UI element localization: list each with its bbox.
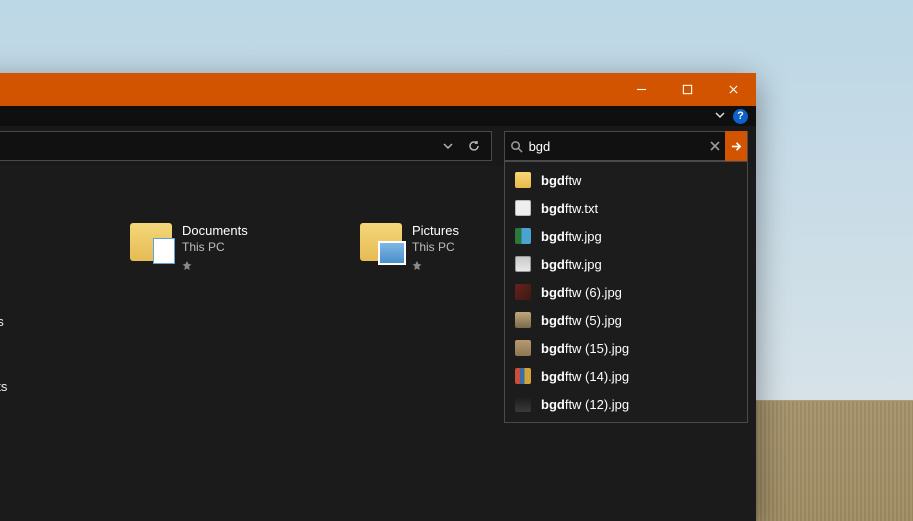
suggestion-text: bgdftw (14).jpg <box>541 369 629 384</box>
search-suggestion[interactable]: bgdftw (6).jpg <box>505 278 747 306</box>
search-suggestion[interactable]: bgdftw <box>505 166 747 194</box>
image-file-icon <box>515 228 531 244</box>
nav-item-fragment[interactable]: ds <box>0 314 4 329</box>
search-suggestion[interactable]: bgdftw.jpg <box>505 222 747 250</box>
search-icon <box>505 140 529 153</box>
ribbon-expand-icon[interactable] <box>713 108 727 125</box>
nav-item-fragment[interactable]: ots <box>0 379 7 394</box>
image-file-icon <box>515 368 531 384</box>
suggestion-text: bgdftw (5).jpg <box>541 313 622 328</box>
search-input[interactable] <box>529 139 705 154</box>
image-file-icon <box>515 340 531 356</box>
address-search-row: bgdftwbgdftw.txtbgdftw.jpgbgdftw.jpgbgdf… <box>0 126 756 166</box>
image-file-icon <box>515 312 531 328</box>
image-file-icon <box>515 284 531 300</box>
pin-icon <box>412 259 422 269</box>
pin-icon <box>182 259 192 269</box>
search-suggestion[interactable]: bgdftw (15).jpg <box>505 334 747 362</box>
image-file-icon <box>515 396 531 412</box>
minimize-button[interactable] <box>618 73 664 106</box>
suggestion-text: bgdftw <box>541 173 581 188</box>
search-bar <box>504 131 748 161</box>
quick-access-documents[interactable]: Documents This PC <box>130 223 350 271</box>
refresh-icon[interactable] <box>463 135 485 157</box>
suggestion-text: bgdftw.jpg <box>541 229 602 244</box>
folder-icon <box>360 223 402 261</box>
search-suggestion[interactable]: bgdftw (5).jpg <box>505 306 747 334</box>
search-suggestion[interactable]: bgdftw.txt <box>505 194 747 222</box>
text-file-icon <box>515 200 531 216</box>
ribbon-strip: ? <box>0 106 756 126</box>
search-go-button[interactable] <box>725 131 747 161</box>
titlebar <box>0 73 756 106</box>
suggestion-text: bgdftw (6).jpg <box>541 285 622 300</box>
folder-name: Pictures <box>412 223 459 238</box>
folder-icon <box>130 223 172 261</box>
folder-name: Documents <box>182 223 248 238</box>
close-button[interactable] <box>710 73 756 106</box>
suggestion-text: bgdftw (12).jpg <box>541 397 629 412</box>
help-button[interactable]: ? <box>733 109 748 124</box>
search-suggestion[interactable]: bgdftw (14).jpg <box>505 362 747 390</box>
search-suggestions-dropdown: bgdftw bgdftw.txt bgdftw.jpg bgdftw.jpg bgdf… <box>504 161 748 423</box>
file-explorer-window: ? bgdftwbgdftw <box>0 73 756 521</box>
search-suggestion[interactable]: bgdftw (12).jpg <box>505 390 747 418</box>
folder-location: This PC <box>182 240 248 254</box>
suggestion-text: bgdftw (15).jpg <box>541 341 629 356</box>
search-suggestion[interactable]: bgdftw.jpg <box>505 250 747 278</box>
address-history-dropdown-icon[interactable] <box>437 135 459 157</box>
folder-icon <box>515 172 531 188</box>
suggestion-text: bgdftw.txt <box>541 201 598 216</box>
address-bar[interactable] <box>0 131 492 161</box>
folder-location: This PC <box>412 240 459 254</box>
suggestion-text: bgdftw.jpg <box>541 257 602 272</box>
maximize-button[interactable] <box>664 73 710 106</box>
clear-search-icon[interactable] <box>705 141 725 151</box>
search-area: bgdftwbgdftw.txtbgdftw.jpgbgdftw.jpgbgdf… <box>504 131 748 161</box>
image-file-icon <box>515 256 531 272</box>
